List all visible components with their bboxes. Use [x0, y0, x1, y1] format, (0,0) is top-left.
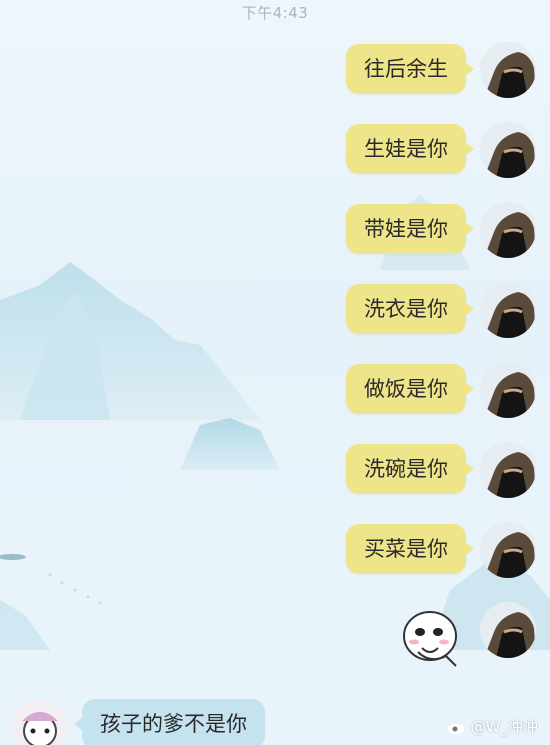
message-bubble[interactable]: 孩子的爹不是你: [74, 699, 265, 745]
chat-screen: 下午4:43 往后余生 生娃是你 带娃是你 洗衣是你 做饭是你 洗碗是你 买菜是…: [0, 0, 550, 745]
masked-face-avatar-icon[interactable]: [480, 42, 536, 98]
timestamp: 下午4:43: [241, 4, 309, 22]
message-row: 生娃是你: [0, 120, 550, 180]
message-row: 往后余生: [0, 40, 550, 100]
message-bubble[interactable]: 往后余生: [346, 44, 474, 94]
watermark: @W_冲冲: [447, 716, 538, 737]
masked-face-avatar-icon[interactable]: [480, 362, 536, 418]
masked-face-avatar-icon[interactable]: [480, 282, 536, 338]
message-bubble[interactable]: 洗衣是你: [346, 284, 474, 334]
masked-face-avatar-icon[interactable]: [480, 202, 536, 258]
message-bubble[interactable]: 生娃是你: [346, 124, 474, 174]
message-bubble[interactable]: 做饭是你: [346, 364, 474, 414]
message-row: 做饭是你: [0, 360, 550, 420]
message-row: 买菜是你: [0, 520, 550, 580]
masked-face-avatar-icon[interactable]: [480, 122, 536, 178]
watermark-text: @W_冲冲: [470, 718, 538, 736]
message-bubble[interactable]: 带娃是你: [346, 204, 474, 254]
message-row: 带娃是你: [0, 200, 550, 260]
cartoon-blush-sticker-icon[interactable]: [398, 606, 468, 672]
masked-face-avatar-icon[interactable]: [480, 522, 536, 578]
girl-avatar-icon[interactable]: [12, 699, 68, 745]
masked-face-avatar-icon[interactable]: [480, 602, 536, 658]
masked-face-avatar-icon[interactable]: [480, 442, 536, 498]
message-bubble[interactable]: 洗碗是你: [346, 444, 474, 494]
message-row: 洗衣是你: [0, 280, 550, 340]
weibo-logo-icon: [447, 723, 464, 734]
message-bubble[interactable]: 买菜是你: [346, 524, 474, 574]
message-row: 洗碗是你: [0, 440, 550, 500]
